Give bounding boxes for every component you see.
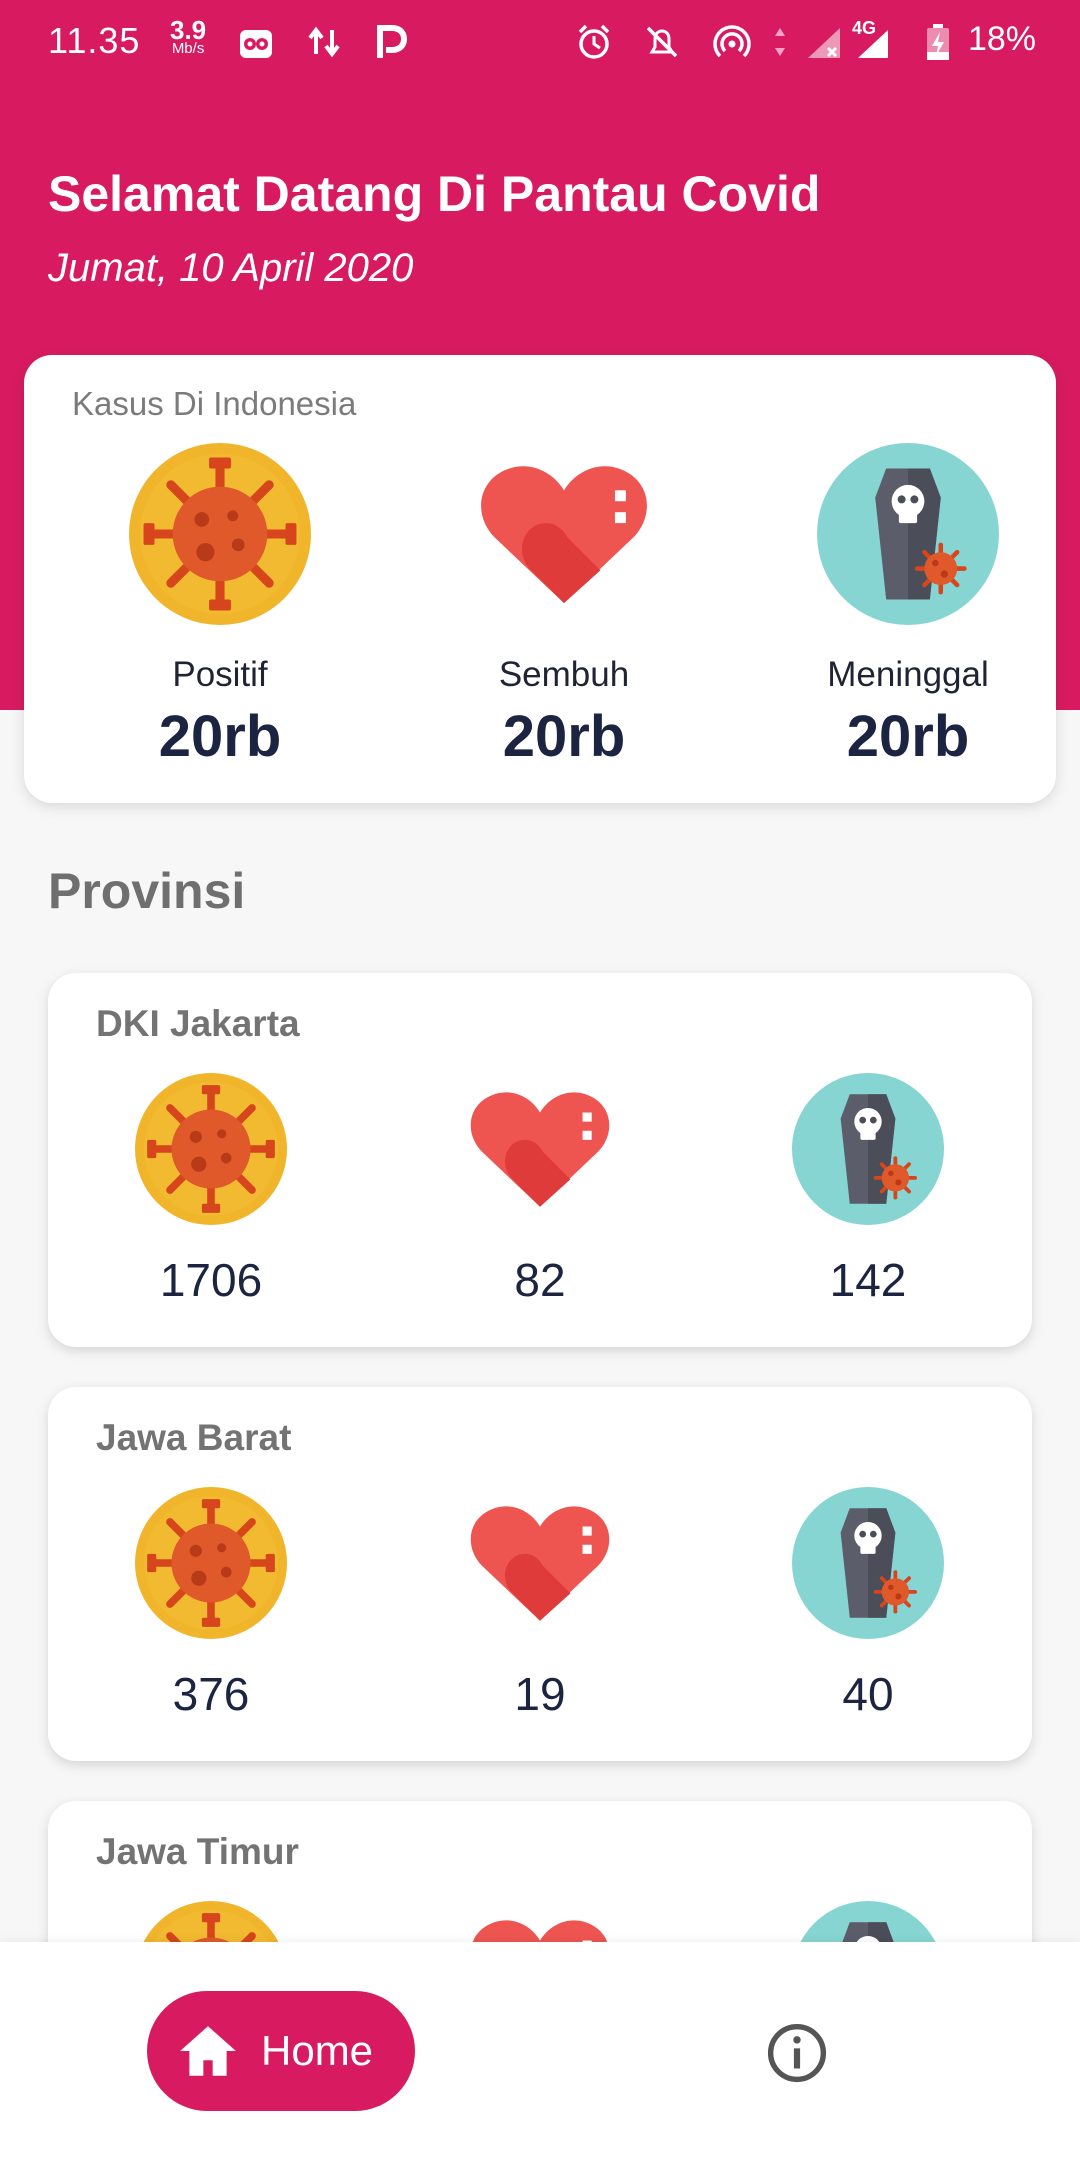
coffin-icon [817,443,999,625]
signal-arrows-icon [775,28,785,56]
national-summary-card: Kasus Di Indonesia Positif 20rb Sembuh 2… [24,355,1056,803]
stat-positive: Positif 20rb [90,443,350,770]
province-recovered: 19 [420,1487,660,1721]
info-icon[interactable] [766,2022,828,2084]
heart-icon [464,1487,616,1639]
stat-recovered: Sembuh 20rb [434,443,694,770]
nav-home-label: Home [261,2027,374,2074]
battery-percentage: 18% [967,20,1036,58]
heart-icon [473,443,655,625]
stat-deaths-label: Meninggal [827,655,989,694]
stat-positive-label: Positif [172,655,268,694]
stat-recovered-label: Sembuh [498,655,630,694]
province-recovered-value: 82 [514,1254,566,1306]
home-icon [180,2026,236,2076]
province-name: Jawa Barat [96,1417,292,1458]
p-app-icon [377,25,408,58]
coffin-icon [792,1487,944,1639]
province-name: Jawa Timur [96,1831,299,1872]
province-positive-value: 1706 [159,1254,263,1306]
bottom-navigation: Home [0,1942,1080,2160]
network-speed-unit: Mb/s [171,40,205,57]
virus-icon [129,443,311,625]
province-deaths: 40 [748,1487,988,1721]
signal-strength-icon [858,30,888,58]
stat-deaths-value: 20rb [846,704,970,769]
province-section-title: Provinsi [48,863,246,919]
welcome-title: Selamat Datang Di Pantau Covid [48,166,821,222]
status-bar: 11.35 3.9 Mb/s 4G 18% [0,0,1080,84]
virus-icon [135,1073,287,1225]
province-deaths-value: 40 [842,1668,894,1720]
province-positive-value: 376 [172,1668,250,1720]
stat-recovered-value: 20rb [502,704,626,769]
province-deaths: 142 [748,1073,988,1307]
notifications-off-icon [646,26,678,58]
heart-icon [464,1073,616,1225]
province-recovered: 82 [420,1073,660,1307]
province-card[interactable]: DKI Jakarta 1706 82 142 [48,973,1032,1347]
alarm-icon [578,24,610,59]
coffin-icon [792,1073,944,1225]
stat-deaths: Meninggal 20rb [778,443,1038,770]
hotspot-icon [713,25,751,58]
summary-title: Kasus Di Indonesia [72,385,357,422]
province-positive: 1706 [91,1073,331,1307]
province-deaths-value: 142 [829,1254,907,1306]
nav-home-button[interactable]: Home [147,1991,415,2111]
network-speed: 3.9 Mb/s [170,17,206,57]
stat-positive-value: 20rb [158,704,282,769]
province-card[interactable]: Jawa Barat 376 19 40 [48,1387,1032,1761]
signal-no-sim-icon [808,28,840,58]
battery-charging-icon [927,24,949,60]
owl-app-icon [240,30,272,58]
data-transfer-icon [308,26,340,58]
province-positive: 376 [91,1487,331,1721]
current-date: Jumat, 10 April 2020 [48,246,414,290]
province-name: DKI Jakarta [96,1003,300,1044]
province-recovered-value: 19 [514,1668,566,1720]
status-time: 11.35 [48,20,141,61]
virus-icon [135,1487,287,1639]
